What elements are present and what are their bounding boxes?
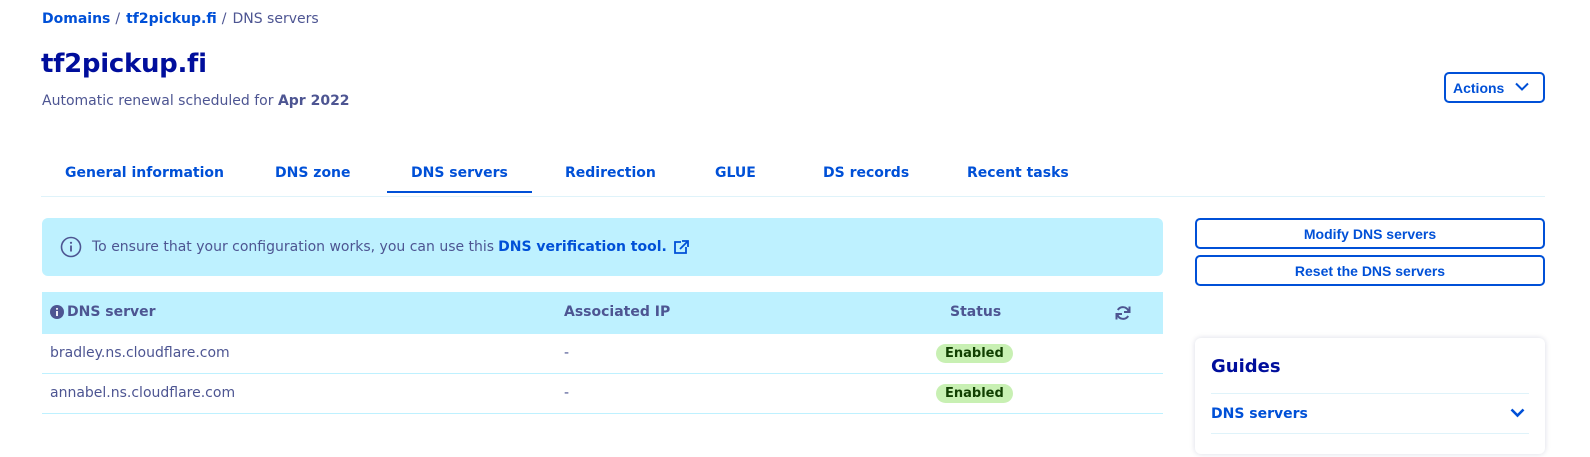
status-badge: Enabled — [936, 384, 1013, 403]
table-row: bradley.ns.cloudflare.com - Enabled — [42, 334, 1163, 374]
table-row: annabel.ns.cloudflare.com - Enabled — [42, 374, 1163, 414]
chevron-down-icon — [1510, 408, 1525, 418]
breadcrumb: Domains / tf2pickup.fi / DNS servers — [42, 11, 319, 27]
actions-label: Actions — [1453, 79, 1505, 96]
refresh-icon[interactable] — [1115, 305, 1131, 321]
breadcrumb-separator: / — [115, 11, 121, 27]
dns-server-cell: bradley.ns.cloudflare.com — [50, 345, 230, 361]
tab-recent-tasks[interactable]: Recent tasks — [967, 165, 1069, 181]
breadcrumb-separator: / — [221, 11, 227, 27]
column-header-label: DNS server — [67, 304, 156, 320]
tab-redirection[interactable]: Redirection — [565, 165, 656, 181]
guides-card: Guides DNS servers — [1195, 338, 1545, 454]
reset-dns-servers-button[interactable]: Reset the DNS servers — [1195, 255, 1545, 286]
renewal-info: Automatic renewal scheduled for Apr 2022 — [42, 93, 350, 109]
chevron-down-icon — [1515, 82, 1529, 91]
renewal-prefix: Automatic renewal scheduled for — [42, 93, 274, 109]
breadcrumb-link-domain[interactable]: tf2pickup.fi — [126, 11, 217, 27]
tab-dns-zone[interactable]: DNS zone — [275, 165, 351, 181]
info-circle-icon — [60, 236, 82, 258]
info-filled-icon — [50, 305, 64, 319]
column-header-associated-ip: Associated IP — [564, 304, 671, 320]
table-header: DNS server Associated IP Status — [42, 292, 1163, 334]
associated-ip-cell: - — [564, 385, 570, 401]
external-link-icon[interactable] — [673, 239, 689, 255]
dns-servers-table: DNS server Associated IP Status bradley.… — [42, 292, 1163, 414]
guides-item-label: DNS servers — [1211, 405, 1308, 422]
status-badge: Enabled — [936, 344, 1013, 363]
tab-general-information[interactable]: General information — [65, 165, 224, 181]
column-header-dns-server[interactable]: DNS server — [50, 304, 156, 320]
guides-item-dns-servers[interactable]: DNS servers — [1211, 394, 1529, 434]
associated-ip-cell: - — [564, 345, 570, 361]
page-title: tf2pickup.fi — [41, 49, 207, 79]
tab-ds-records[interactable]: DS records — [823, 165, 909, 181]
actions-button[interactable]: Actions — [1444, 72, 1545, 103]
modify-dns-servers-button[interactable]: Modify DNS servers — [1195, 218, 1545, 249]
tab-dns-servers[interactable]: DNS servers — [387, 165, 532, 193]
dns-server-cell: annabel.ns.cloudflare.com — [50, 385, 236, 401]
info-text: To ensure that your configuration works,… — [92, 239, 495, 255]
column-header-status: Status — [950, 304, 1002, 320]
dns-verification-link[interactable]: DNS verification tool. — [498, 239, 667, 255]
tab-glue[interactable]: GLUE — [715, 165, 756, 181]
renewal-date: Apr 2022 — [277, 93, 350, 109]
breadcrumb-current: DNS servers — [232, 11, 319, 27]
guides-title: Guides — [1211, 356, 1281, 377]
breadcrumb-link-domains[interactable]: Domains — [42, 11, 110, 27]
tab-bar: General information DNS zone DNS servers… — [41, 153, 1545, 197]
info-message: To ensure that your configuration works,… — [42, 218, 1163, 276]
